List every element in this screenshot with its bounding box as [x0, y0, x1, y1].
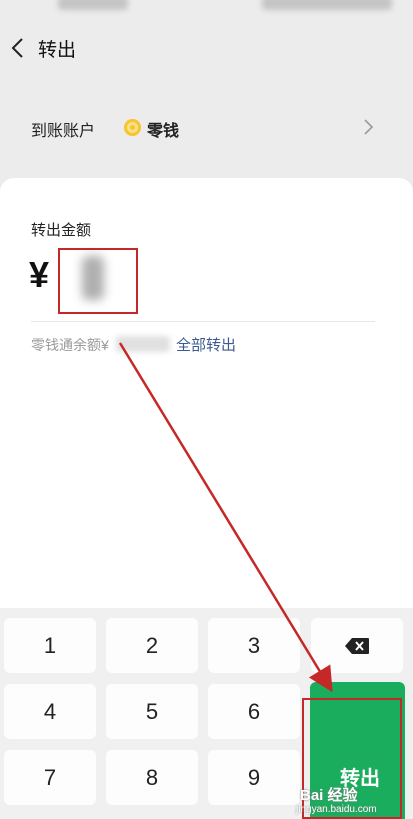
- divider: [31, 321, 375, 322]
- watermark-url: jingyan.baidu.com: [296, 804, 377, 815]
- balance-value-blurred: [116, 336, 170, 352]
- watermark: Bai 经验 jingyan.baidu.com: [296, 782, 413, 819]
- balance-text: 零钱通余额¥: [31, 337, 109, 353]
- backspace-icon: [345, 637, 369, 654]
- back-button[interactable]: [8, 34, 28, 62]
- watermark-logo-text: Bai 经验: [300, 787, 358, 804]
- account-label: 到账账户: [31, 123, 96, 140]
- key-4[interactable]: 4: [4, 684, 96, 739]
- transfer-all-link[interactable]: 全部转出: [176, 334, 236, 355]
- key-3[interactable]: 3: [208, 618, 300, 673]
- key-1[interactable]: 1: [4, 618, 96, 673]
- account-value: 零钱: [147, 123, 180, 140]
- key-6[interactable]: 6: [208, 684, 300, 739]
- account-row[interactable]: 到账账户 零钱: [0, 100, 413, 156]
- amount-card: 转出金额 ¥ 零钱通余额¥ 全部转出: [0, 178, 413, 608]
- amount-label: 转出金额: [31, 222, 92, 239]
- status-bar: [0, 0, 413, 24]
- currency-symbol: ¥: [29, 254, 50, 295]
- chevron-left-icon: [11, 38, 23, 58]
- key-5[interactable]: 5: [106, 684, 198, 739]
- key-8[interactable]: 8: [106, 750, 198, 805]
- coin-icon: [124, 119, 141, 136]
- page-title: 转出: [38, 40, 77, 61]
- status-bar-left-blurred: [58, 0, 128, 10]
- delete-key[interactable]: [311, 618, 403, 673]
- status-bar-right-blurred: [262, 0, 392, 10]
- key-2[interactable]: 2: [106, 618, 198, 673]
- chevron-right-icon: [364, 119, 374, 135]
- key-7[interactable]: 7: [4, 750, 96, 805]
- annotation-box-amount: [58, 248, 138, 314]
- key-9[interactable]: 9: [208, 750, 300, 805]
- top-bar: 转出: [0, 24, 413, 74]
